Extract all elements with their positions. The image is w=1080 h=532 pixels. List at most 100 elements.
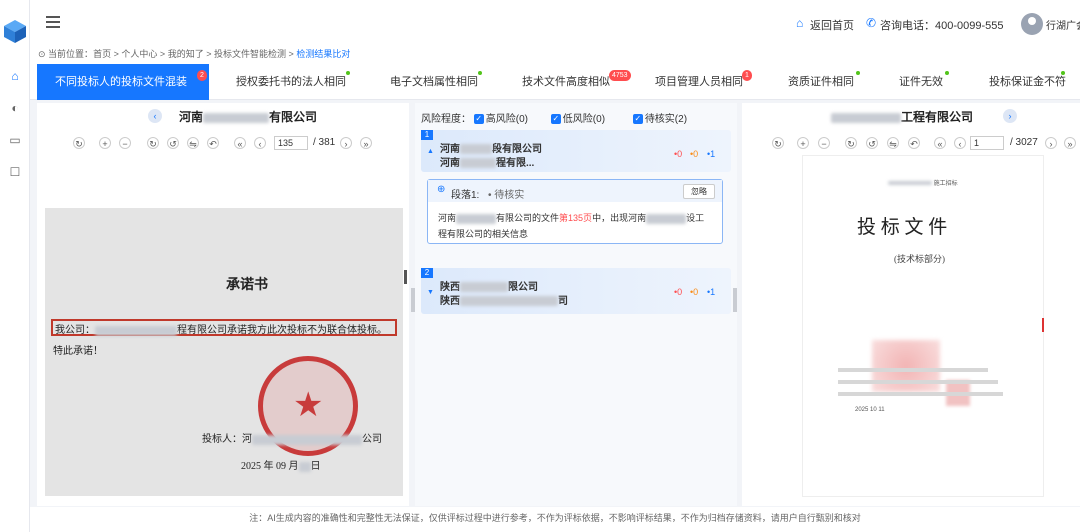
rotate-reset-icon[interactable]: ↻ xyxy=(772,137,784,149)
analysis-icon[interactable]: ◐ xyxy=(7,100,23,116)
redaction xyxy=(252,434,362,445)
left-doc-heading: 承诺书 xyxy=(226,278,268,293)
middle-left-splitter[interactable] xyxy=(411,288,415,312)
right-page-total: / 3027 xyxy=(1010,137,1038,148)
prev-page-icon[interactable]: ‹ xyxy=(954,137,966,149)
redaction xyxy=(460,282,508,293)
tab-deposit-mismatch[interactable]: 投标保证金不符 xyxy=(989,64,1066,100)
high-risk-count: •0 xyxy=(674,287,683,297)
user-avatar[interactable] xyxy=(1021,13,1043,35)
middle-right-splitter[interactable] xyxy=(733,288,737,312)
home-link-icon[interactable]: ⌂ xyxy=(796,16,803,30)
status-dot xyxy=(346,71,350,75)
last-page-icon[interactable]: » xyxy=(360,137,372,149)
left-doc-signer: 投标人：河 公司 xyxy=(202,430,382,445)
next-page-icon[interactable]: › xyxy=(1045,137,1057,149)
collapse-icon[interactable]: ▲ xyxy=(427,148,434,155)
rotate-left-icon[interactable]: ↺ xyxy=(866,137,878,149)
tab-same-legal-person[interactable]: 授权委托书的法人相同 xyxy=(236,64,350,100)
breadcrumb: ⊙ 当前位置：首页 > 个人中心 > 我的知了 > 投标文件智能检测 > 检测结… xyxy=(30,46,1080,64)
rotate-right-icon[interactable]: ↻ xyxy=(147,137,159,149)
zoom-in-icon[interactable]: + xyxy=(99,137,111,149)
low-risk-checkbox[interactable]: ✓ xyxy=(550,114,561,125)
high-risk-label: 高风险(0) xyxy=(485,114,529,125)
redaction xyxy=(646,213,687,224)
left-page-total: / 381 xyxy=(313,137,336,148)
title-start: 河南 xyxy=(179,110,204,124)
group-number: 1 xyxy=(421,130,433,140)
zoom-out-icon[interactable]: − xyxy=(818,137,830,149)
tab-doc-attributes[interactable]: 电子文档属性相同 xyxy=(390,64,482,100)
date-end: 日 xyxy=(310,461,321,472)
rotate-right-icon[interactable]: ↻ xyxy=(845,137,857,149)
right-doc-title: 工程有限公司 xyxy=(831,108,973,125)
disclaimer-footer: 注：AI生成内容的准确性和完整性无法保证，仅供评标过程中进行参考，不作为评标依据… xyxy=(30,507,1080,532)
prev-page-icon[interactable]: ‹ xyxy=(254,137,266,149)
right-edge-marker xyxy=(1042,318,1044,332)
tab-same-qualification[interactable]: 资质证件相同 xyxy=(788,64,860,100)
tab-tech-similar[interactable]: 技术文件高度相似 4753 xyxy=(522,64,631,100)
paragraph-search-icon: ⊕ xyxy=(437,184,446,195)
redaction xyxy=(831,112,901,123)
message-icon[interactable]: ☐ xyxy=(7,164,23,180)
rotate-left-icon[interactable]: ↺ xyxy=(167,137,179,149)
home-link[interactable]: 返回首页 xyxy=(810,17,854,33)
tab-invalid-cert[interactable]: 证件无效 xyxy=(899,64,949,100)
count-value: 1 xyxy=(710,287,716,297)
left-page-input[interactable]: 135 xyxy=(274,136,308,150)
breadcrumb-detection[interactable]: 投标文件智能检测 xyxy=(214,49,286,59)
user-name[interactable]: 行湖广会 xyxy=(1046,17,1080,32)
prev-doc-icon[interactable]: ‹ xyxy=(148,109,162,123)
tab-label: 证件无效 xyxy=(899,76,943,88)
right-doc-info-lines xyxy=(838,368,1008,403)
redaction xyxy=(298,461,311,472)
redaction xyxy=(888,181,932,186)
page-reference[interactable]: 第135页 xyxy=(559,213,592,223)
right-doc-main-title: 投 标 文 件 xyxy=(857,217,948,238)
zoom-out-icon[interactable]: − xyxy=(119,137,131,149)
next-doc-icon[interactable]: › xyxy=(1003,109,1017,123)
undo-icon[interactable]: ↶ xyxy=(908,137,920,149)
redaction xyxy=(460,158,496,169)
last-page-icon[interactable]: » xyxy=(1064,137,1076,149)
seal-star-icon: ★ xyxy=(293,386,324,424)
redaction xyxy=(203,112,270,123)
detail-text-line2: 程有限公司的相关信息 xyxy=(438,229,529,239)
left-doc-title: 河南 有限公司 xyxy=(179,108,317,125)
expand-icon[interactable]: ▼ xyxy=(427,289,434,296)
location-icon: ⊙ xyxy=(38,49,49,59)
detail-text-line1: 河南 有限公司的文件第135页中，出现河南 设工 xyxy=(438,211,704,224)
status-dot xyxy=(945,71,949,75)
left-doc-line2: 特此承诺！ xyxy=(53,346,103,357)
signer-start: 投标人：河 xyxy=(202,434,252,445)
status-dot xyxy=(856,71,860,75)
risk-filter-bar: 风险程度： ✓ 高风险(0) ✓ 低风险(0) ✓ 待核实(2) xyxy=(421,110,687,125)
first-page-icon[interactable]: « xyxy=(934,137,946,149)
card-icon[interactable]: ▭ xyxy=(7,132,23,148)
menu-icon[interactable] xyxy=(46,16,60,28)
flip-icon[interactable]: ⇋ xyxy=(887,137,899,149)
pending-count: •1 xyxy=(707,149,716,159)
left-splitter-handle[interactable] xyxy=(404,270,407,284)
line-end: 程有限公司承诺我方此次投标不为联合体投标。 xyxy=(177,325,387,336)
first-page-icon[interactable]: « xyxy=(234,137,246,149)
breadcrumb-personal[interactable]: 个人中心 xyxy=(121,49,157,59)
breadcrumb-home[interactable]: 首页 xyxy=(93,49,111,59)
high-risk-checkbox[interactable]: ✓ xyxy=(473,114,484,125)
app-logo-icon[interactable] xyxy=(2,18,28,44)
rotate-reset-icon[interactable]: ↻ xyxy=(73,137,85,149)
title-end: 工程有限公司 xyxy=(901,110,974,124)
right-page-input[interactable]: 1 xyxy=(970,136,1004,150)
tab-same-managers[interactable]: 项目管理人员相同 1 xyxy=(655,64,752,100)
count-value: 1 xyxy=(710,149,716,159)
ignore-button[interactable]: 忽略 xyxy=(683,184,715,199)
breadcrumb-mine[interactable]: 我的知了 xyxy=(168,49,204,59)
home-icon[interactable]: ⌂ xyxy=(7,68,23,84)
zoom-in-icon[interactable]: + xyxy=(797,137,809,149)
tab-mixed-files[interactable]: 不同投标人的投标文件混装 2 xyxy=(37,64,209,100)
flip-icon[interactable]: ⇋ xyxy=(187,137,199,149)
pending-checkbox[interactable]: ✓ xyxy=(632,114,643,125)
next-page-icon[interactable]: › xyxy=(340,137,352,149)
undo-icon[interactable]: ↶ xyxy=(207,137,219,149)
company-start: 陕西 xyxy=(440,296,460,307)
